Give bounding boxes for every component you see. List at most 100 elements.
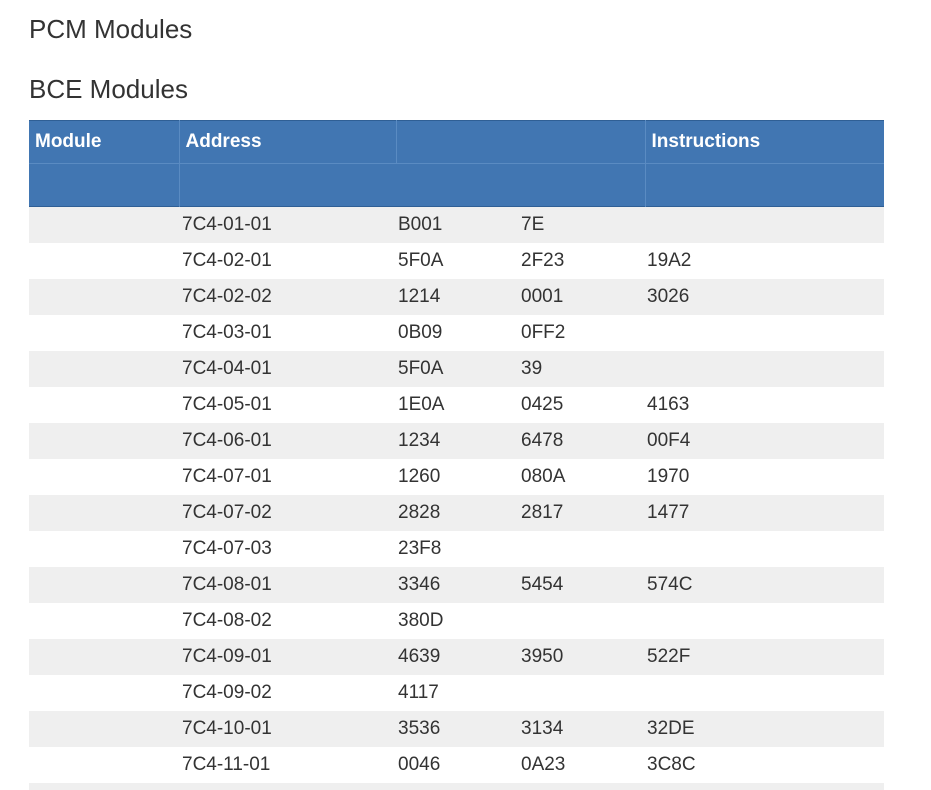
table-row: 7C4-02-02 1214 0001 3026 — [29, 279, 884, 315]
module-cell — [29, 315, 179, 351]
instruction-cell-1: 4639 — [396, 639, 519, 675]
address-cell: 7C4-02-01 — [179, 243, 396, 279]
bce-modules-table: Module Address Instructions 7C4-01-01 B00… — [29, 120, 884, 790]
instruction-cell-1: 1234 — [396, 423, 519, 459]
module-cell — [29, 675, 179, 711]
instruction-cell-3: 3026 — [645, 279, 884, 315]
address-cell: 7C4-04-01 — [179, 351, 396, 387]
table-row: 7C4-07-02 2828 2817 1477 — [29, 495, 884, 531]
module-cell — [29, 351, 179, 387]
instruction-cell-2: 5454 — [519, 567, 645, 603]
instruction-cell-2 — [519, 531, 645, 567]
address-cell: 7C4-01-01 — [179, 206, 396, 243]
instruction-cell-3: 3C8C — [645, 747, 884, 783]
instruction-cell-3 — [645, 206, 884, 243]
module-cell — [29, 206, 179, 243]
module-cell — [29, 531, 179, 567]
module-cell — [29, 423, 179, 459]
table-row: 7C4-07-01 1260 080A 1970 — [29, 459, 884, 495]
module-cell — [29, 459, 179, 495]
module-cell — [29, 279, 179, 315]
instruction-cell-3 — [645, 351, 884, 387]
instruction-cell-3 — [645, 315, 884, 351]
module-cell — [29, 747, 179, 783]
table-row: 7C4-02-01 5F0A 2F23 19A2 — [29, 243, 884, 279]
table-row: 7C4-11-01 0046 0A23 3C8C — [29, 747, 884, 783]
instruction-cell-1: 0B09 — [396, 315, 519, 351]
instruction-cell-1: 5F0A — [396, 243, 519, 279]
address-cell — [179, 783, 396, 790]
instruction-cell-1: B001 — [396, 206, 519, 243]
address-cell: 7C4-03-01 — [179, 315, 396, 351]
instruction-cell-3 — [645, 675, 884, 711]
instruction-cell-1: 1214 — [396, 279, 519, 315]
table-row: 7C4-06-01 1234 6478 00F4 — [29, 423, 884, 459]
instruction-cell-2 — [519, 675, 645, 711]
subheader-cell-module — [29, 163, 180, 207]
table-row: 7C4-03-01 0B09 0FF2 — [29, 315, 884, 351]
module-cell — [29, 639, 179, 675]
table-row: 7C4-08-01 3346 5454 574C — [29, 567, 884, 603]
instruction-cell-2: 2F23 — [519, 243, 645, 279]
instruction-cell-1: 23F8 — [396, 531, 519, 567]
instruction-cell-1: 3536 — [396, 711, 519, 747]
module-cell — [29, 243, 179, 279]
instruction-cell-1: 2828 — [396, 495, 519, 531]
instruction-cell-3: 574C — [645, 567, 884, 603]
table-row — [29, 783, 884, 790]
address-cell: 7C4-11-01 — [179, 747, 396, 783]
address-cell: 7C4-07-02 — [179, 495, 396, 531]
module-cell — [29, 567, 179, 603]
subheader-cell-address — [179, 163, 646, 207]
instruction-cell-2: 3134 — [519, 711, 645, 747]
instruction-cell-2: 3950 — [519, 639, 645, 675]
address-cell: 7C4-07-03 — [179, 531, 396, 567]
instruction-cell-1: 1260 — [396, 459, 519, 495]
instruction-cell-3 — [645, 531, 884, 567]
instruction-cell-3: 19A2 — [645, 243, 884, 279]
table-row: 7C4-09-02 4117 — [29, 675, 884, 711]
instruction-cell-2: 7E — [519, 206, 645, 243]
address-cell: 7C4-08-02 — [179, 603, 396, 639]
address-cell: 7C4-09-01 — [179, 639, 396, 675]
address-cell: 7C4-09-02 — [179, 675, 396, 711]
instruction-cell-1: 0046 — [396, 747, 519, 783]
instruction-cell-2: 0425 — [519, 387, 645, 423]
table-row: 7C4-04-01 5F0A 39 — [29, 351, 884, 387]
pcm-modules-heading: PCM Modules — [29, 14, 193, 44]
table-row: 7C4-08-02 380D — [29, 603, 884, 639]
table-row: 7C4-07-03 23F8 — [29, 531, 884, 567]
instruction-cell-1: 4117 — [396, 675, 519, 711]
instruction-cell-3: 4163 — [645, 387, 884, 423]
instruction-cell-1: 1E0A — [396, 387, 519, 423]
instruction-cell-1: 380D — [396, 603, 519, 639]
address-cell: 7C4-08-01 — [179, 567, 396, 603]
module-cell — [29, 711, 179, 747]
instruction-cell-2 — [519, 783, 645, 790]
instruction-cell-2: 39 — [519, 351, 645, 387]
column-header-module: Module — [29, 120, 180, 164]
module-cell — [29, 495, 179, 531]
instruction-cell-3: 1970 — [645, 459, 884, 495]
subheader-cell-instructions — [645, 163, 884, 207]
module-cell — [29, 783, 179, 790]
instruction-cell-3: 00F4 — [645, 423, 884, 459]
instruction-cell-2: 0FF2 — [519, 315, 645, 351]
column-header-address: Address — [179, 120, 397, 164]
column-header-blank — [396, 120, 646, 164]
address-cell: 7C4-10-01 — [179, 711, 396, 747]
instruction-cell-1 — [396, 783, 519, 790]
instruction-cell-2: 0001 — [519, 279, 645, 315]
instruction-cell-3: 1477 — [645, 495, 884, 531]
table-row: 7C4-01-01 B001 7E — [29, 206, 884, 243]
instruction-cell-2 — [519, 603, 645, 639]
instruction-cell-2: 2817 — [519, 495, 645, 531]
module-cell — [29, 387, 179, 423]
table-row: 7C4-10-01 3536 3134 32DE — [29, 711, 884, 747]
instruction-cell-3: 32DE — [645, 711, 884, 747]
table-row: 7C4-05-01 1E0A 0425 4163 — [29, 387, 884, 423]
instruction-cell-3: 522F — [645, 639, 884, 675]
instruction-cell-1: 5F0A — [396, 351, 519, 387]
instruction-cell-3 — [645, 783, 884, 790]
instruction-cell-2: 0A23 — [519, 747, 645, 783]
